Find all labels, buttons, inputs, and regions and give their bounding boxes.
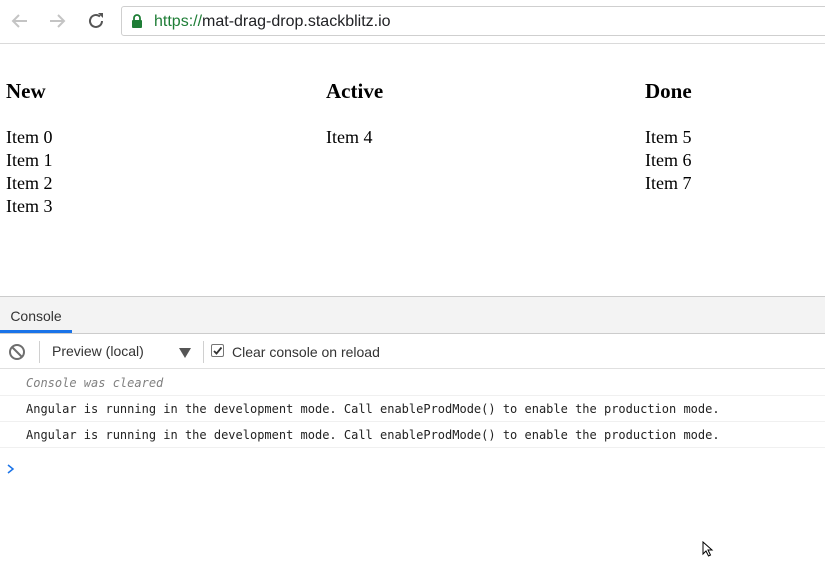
drag-item[interactable]: Item 5 <box>645 126 692 149</box>
url-text: https://mat-drag-drop.stackblitz.io <box>154 13 391 31</box>
drag-item[interactable]: Item 3 <box>6 195 53 218</box>
reload-icon[interactable] <box>83 8 109 34</box>
console-prompt-icon[interactable] <box>7 461 15 479</box>
dropdown-arrow-icon[interactable] <box>179 345 191 363</box>
clear-on-reload-label[interactable]: Clear console on reload <box>232 344 380 360</box>
drop-list[interactable]: Item 4 <box>326 126 383 149</box>
console-message: Angular is running in the development mo… <box>0 396 825 422</box>
column-active: Active Item 4 <box>326 78 383 149</box>
toolbar-divider <box>203 341 204 363</box>
toolbar-divider <box>39 341 40 363</box>
clear-console-icon[interactable] <box>8 343 26 366</box>
console-messages: Console was cleared Angular is running i… <box>0 370 825 448</box>
drag-item[interactable]: Item 2 <box>6 172 53 195</box>
tab-console[interactable]: Console <box>0 297 72 333</box>
back-arrow-icon[interactable] <box>7 8 33 34</box>
drag-item[interactable]: Item 4 <box>326 126 383 149</box>
drag-item[interactable]: Item 6 <box>645 149 692 172</box>
column-new: New Item 0 Item 1 Item 2 Item 3 <box>6 78 53 218</box>
column-done: Done Item 5 Item 6 Item 7 <box>645 78 692 195</box>
browser-toolbar: https://mat-drag-drop.stackblitz.io <box>0 0 825 44</box>
clear-on-reload-checkbox[interactable] <box>211 344 224 357</box>
drag-item[interactable]: Item 0 <box>6 126 53 149</box>
address-bar[interactable]: https://mat-drag-drop.stackblitz.io <box>121 6 825 36</box>
drawer-tabbar: Console <box>0 297 825 334</box>
forward-arrow-icon[interactable] <box>44 8 70 34</box>
drop-list[interactable]: Item 0 Item 1 Item 2 Item 3 <box>6 126 53 218</box>
console-message: Console was cleared <box>0 370 825 396</box>
lock-icon <box>131 14 143 34</box>
url-host: mat-drag-drop.stackblitz.io <box>202 13 391 30</box>
context-selector[interactable]: Preview (local) <box>52 343 144 359</box>
devtools-drawer: Console Preview (local) Clear console on… <box>0 296 825 557</box>
mouse-cursor-icon <box>702 540 715 562</box>
column-title: Active <box>326 79 384 103</box>
console-toolbar: Preview (local) Clear console on reload <box>0 334 825 369</box>
drag-item[interactable]: Item 1 <box>6 149 53 172</box>
drop-list[interactable]: Item 5 Item 6 Item 7 <box>645 126 692 195</box>
column-title: Done <box>645 79 692 103</box>
console-message: Angular is running in the development mo… <box>0 422 825 448</box>
column-title: New <box>6 79 46 103</box>
drag-item[interactable]: Item 7 <box>645 172 692 195</box>
url-scheme: https:// <box>154 13 203 30</box>
